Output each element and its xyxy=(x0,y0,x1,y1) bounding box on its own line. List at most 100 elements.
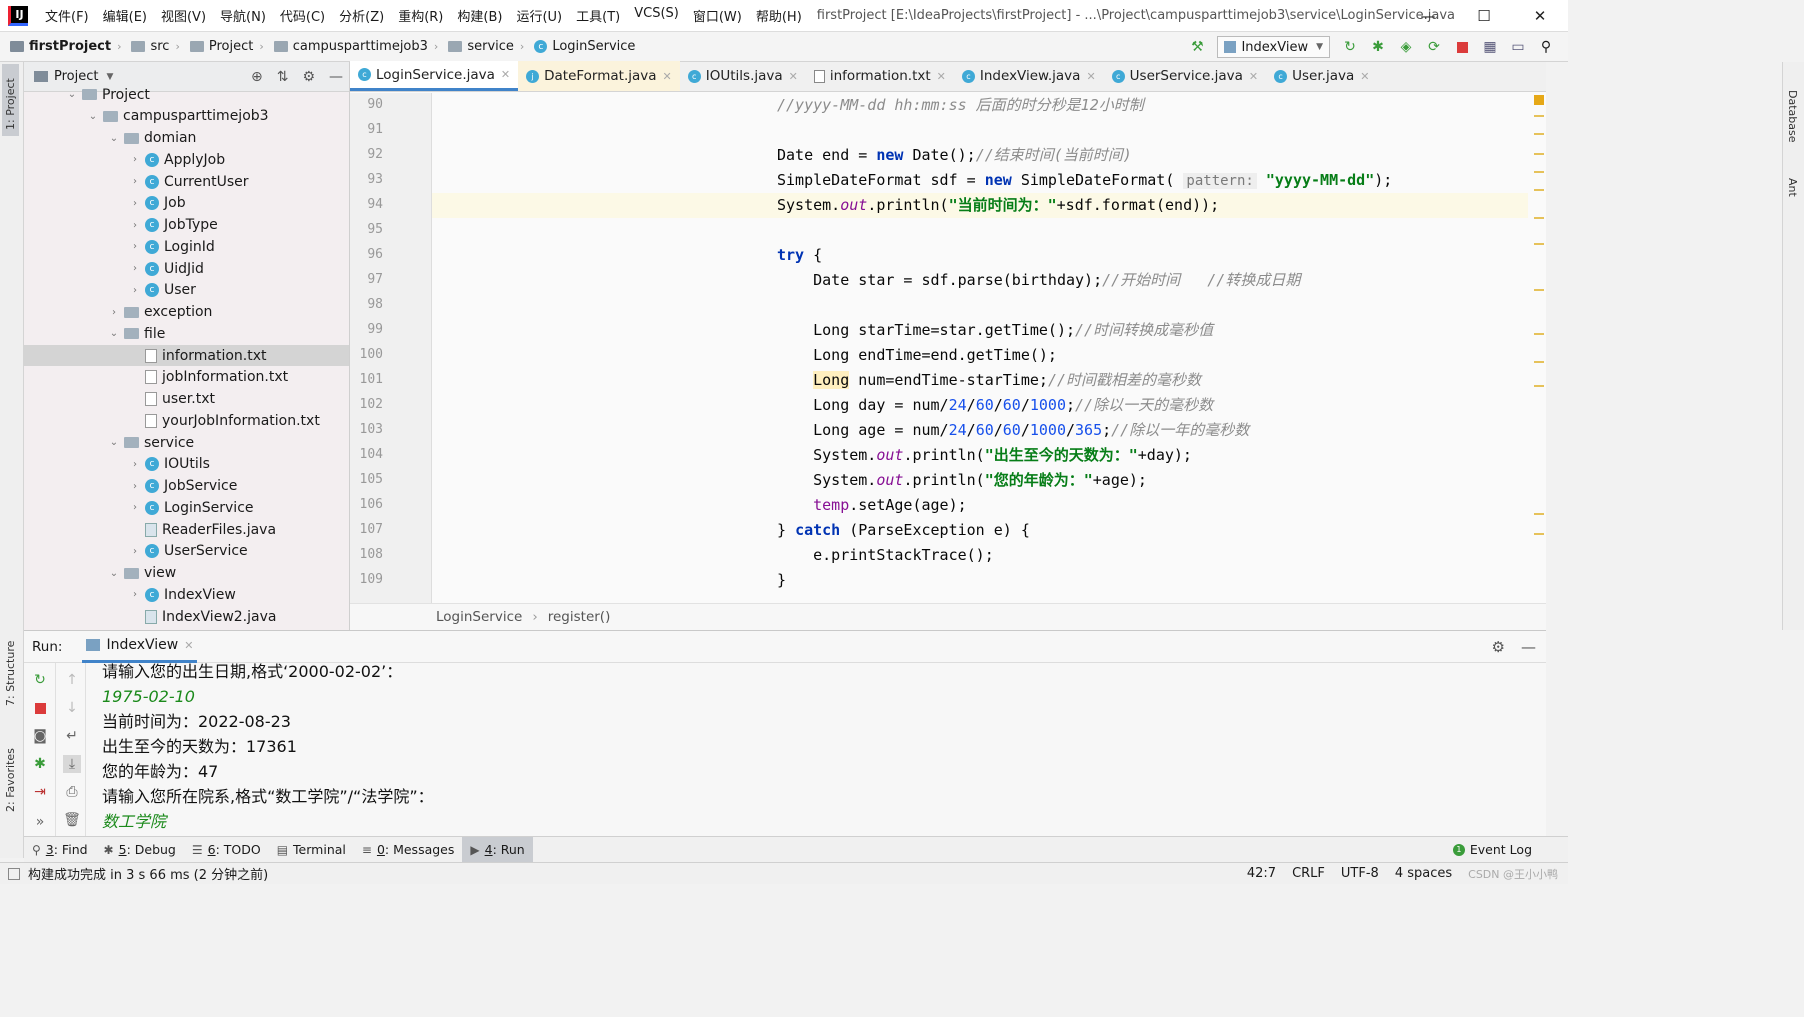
expand-arrow-icon[interactable]: ⌄ xyxy=(65,89,79,100)
expand-arrow-icon[interactable]: ⌄ xyxy=(107,328,121,339)
tree-item[interactable]: information.txt xyxy=(24,345,349,366)
build-hammer-icon[interactable]: ⚒ xyxy=(1183,36,1211,58)
editor-tab[interactable]: j DateFormat.java ✕ xyxy=(518,61,680,91)
breadcrumb-item[interactable]: Project › xyxy=(189,39,264,54)
expand-arrow-icon[interactable]: › xyxy=(128,285,142,296)
profile-icon[interactable]: ⟳ xyxy=(1420,36,1448,58)
ant-tool-tab[interactable]: Ant xyxy=(1786,178,1799,197)
down-arrow-icon[interactable]: ↓ xyxy=(63,699,81,717)
error-stripe[interactable] xyxy=(1532,93,1546,573)
stop-icon[interactable] xyxy=(1448,36,1476,58)
rerun-icon[interactable]: ↻ xyxy=(31,671,49,689)
scroll-to-end-icon[interactable]: ⤓ xyxy=(63,755,81,773)
favorites-tool-tab[interactable]: 2: Favorites xyxy=(2,738,19,818)
code-view[interactable]: //yyyy-MM-dd hh:mm:ss 后面的时分秒是12小时制 Date e… xyxy=(432,93,1528,603)
expand-arrow-icon[interactable]: › xyxy=(128,220,142,231)
expand-arrow-icon[interactable]: › xyxy=(107,307,121,318)
tree-item[interactable]: › c JobType xyxy=(24,215,349,236)
close-icon[interactable]: ✕ xyxy=(1249,70,1258,83)
locate-target-icon[interactable]: ⊕ xyxy=(251,69,263,85)
structure-tool-tab[interactable]: 7: Structure xyxy=(2,632,19,712)
menu-item[interactable]: 帮助(H) xyxy=(749,6,809,25)
breadcrumb-method[interactable]: register() xyxy=(548,609,611,625)
expand-arrow-icon[interactable]: ⌄ xyxy=(107,437,121,448)
editor-tab[interactable]: c IndexView.java ✕ xyxy=(954,61,1104,91)
console-output[interactable]: 请输入您的出生日期,格式‘2000-02-02’： 1975-02-10 当前时间为… xyxy=(102,659,434,834)
breadcrumb-item[interactable]: service › xyxy=(448,39,524,54)
expand-arrow-icon[interactable]: ⌄ xyxy=(107,133,121,144)
tree-item[interactable]: › c ApplyJob xyxy=(24,149,349,170)
close-window-button[interactable]: ✕ xyxy=(1512,0,1568,32)
exit-icon[interactable]: ⇥ xyxy=(31,783,49,801)
tree-item[interactable]: jobInformation.txt xyxy=(24,367,349,388)
menu-item[interactable]: 文件(F) xyxy=(38,6,96,25)
up-arrow-icon[interactable]: ↑ xyxy=(63,671,81,689)
editor-tab[interactable]: information.txt ✕ xyxy=(806,61,954,91)
expand-arrow-icon[interactable]: › xyxy=(128,241,142,252)
editor-tab[interactable]: c User.java ✕ xyxy=(1266,61,1377,91)
expand-arrow-icon[interactable]: › xyxy=(128,154,142,165)
close-icon[interactable]: ✕ xyxy=(663,70,672,83)
menu-item[interactable]: 工具(T) xyxy=(569,6,627,25)
tree-item[interactable]: › c IndexView xyxy=(24,584,349,605)
tool-window-button[interactable]: ✱ 5: Debug xyxy=(96,837,184,863)
more-icon[interactable]: » xyxy=(31,813,49,831)
breadcrumb-item[interactable]: campusparttimejob3 › xyxy=(273,39,438,54)
tree-item[interactable]: IndexView2.java xyxy=(24,606,349,627)
close-icon[interactable]: ✕ xyxy=(184,639,193,652)
print-icon[interactable]: ⎙ xyxy=(63,783,81,801)
expand-arrow-icon[interactable]: › xyxy=(128,263,142,274)
menu-item[interactable]: 视图(V) xyxy=(154,6,213,25)
expand-arrow-icon[interactable]: ⌄ xyxy=(107,568,121,579)
project-tool-tab[interactable]: 1: Project xyxy=(2,64,19,136)
tree-item[interactable]: user.txt xyxy=(24,389,349,410)
menu-item[interactable]: 代码(C) xyxy=(273,6,332,25)
tree-item[interactable]: ⌄ service xyxy=(24,432,349,453)
tree-item[interactable]: › c CurrentUser xyxy=(24,171,349,192)
tree-item[interactable]: › c LoginService xyxy=(24,497,349,518)
expand-arrow-icon[interactable]: › xyxy=(128,481,142,492)
menu-item[interactable]: 编辑(E) xyxy=(96,6,154,25)
tree-item[interactable]: ⌄ domian xyxy=(24,128,349,149)
stop-icon[interactable] xyxy=(31,699,49,717)
menu-item[interactable]: 重构(R) xyxy=(391,6,450,25)
indent-setting[interactable]: 4 spaces xyxy=(1395,866,1452,881)
menu-item[interactable]: 导航(N) xyxy=(213,6,273,25)
maximize-button[interactable]: ☐ xyxy=(1456,0,1512,32)
menu-item[interactable]: 运行(U) xyxy=(509,6,569,25)
tree-item[interactable]: ⌄ view xyxy=(24,563,349,584)
close-icon[interactable]: ✕ xyxy=(1086,70,1095,83)
tree-item[interactable]: ⌄ file xyxy=(24,323,349,344)
hide-panel-icon[interactable]: — xyxy=(1521,638,1536,656)
tree-item[interactable]: › exception xyxy=(24,302,349,323)
menu-item[interactable]: VCS(S) xyxy=(627,6,686,25)
expand-arrow-icon[interactable]: › xyxy=(128,459,142,470)
layout-icon[interactable]: ▭ xyxy=(1504,36,1532,58)
tool-window-button[interactable]: ☰ 6: TODO xyxy=(184,837,269,863)
expand-arrow-icon[interactable]: › xyxy=(128,546,142,557)
debug-bug-icon[interactable]: ✱ xyxy=(31,755,49,773)
tool-window-button[interactable]: ▶ 4: Run xyxy=(462,836,533,863)
database-tool-tab[interactable]: Database xyxy=(1786,90,1799,143)
close-icon[interactable]: ✕ xyxy=(937,70,946,83)
editor-tab[interactable]: c UserService.java ✕ xyxy=(1104,61,1266,91)
status-toggle-icon[interactable] xyxy=(8,867,20,880)
menu-item[interactable]: 构建(B) xyxy=(450,6,509,25)
close-icon[interactable]: ✕ xyxy=(501,68,510,81)
breadcrumb-item[interactable]: firstProject › xyxy=(10,39,121,54)
menu-item[interactable]: 窗口(W) xyxy=(686,6,749,25)
editor-tab[interactable]: c IOUtils.java ✕ xyxy=(680,61,806,91)
gear-icon[interactable]: ⚙ xyxy=(302,69,315,85)
hide-panel-icon[interactable]: — xyxy=(329,69,343,85)
tree-item[interactable]: ⌄ Project xyxy=(24,84,349,105)
minimize-button[interactable]: — xyxy=(1400,0,1456,32)
tree-item[interactable]: › c Job xyxy=(24,193,349,214)
run-config-select[interactable]: IndexView ▼ xyxy=(1217,36,1330,58)
debug-bug-icon[interactable]: ✱ xyxy=(1364,36,1392,58)
rerun-icon[interactable]: ↻ xyxy=(1336,36,1364,58)
close-icon[interactable]: ✕ xyxy=(1360,70,1369,83)
event-log-button[interactable]: 1 Event Log xyxy=(1452,842,1532,857)
tool-window-button[interactable]: ⚲ 3: Find xyxy=(24,837,96,863)
tree-item[interactable]: › c IOUtils xyxy=(24,454,349,475)
search-icon[interactable]: ⚲ xyxy=(1532,36,1560,58)
